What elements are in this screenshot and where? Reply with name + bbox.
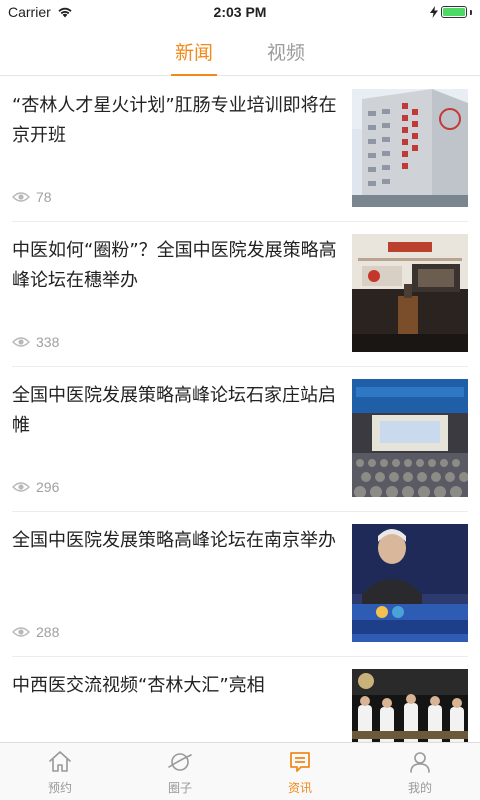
news-thumbnail-hospital-building <box>352 89 468 207</box>
news-thumbnail-conference-hall <box>352 379 468 497</box>
view-count-value: 296 <box>36 479 60 495</box>
wifi-icon <box>58 7 72 18</box>
view-count: 288 <box>12 624 59 640</box>
eye-icon <box>12 627 30 637</box>
charging-icon <box>430 6 438 18</box>
tab-bar-label: 我的 <box>407 781 432 795</box>
battery-indicator <box>430 6 472 18</box>
top-tabs: 新闻 视频 <box>0 30 480 76</box>
tab-bar-circle[interactable]: 圈子 <box>120 743 240 800</box>
news-title: 全国中医院发展策略高峰论坛在南京举办 <box>12 530 336 551</box>
news-item[interactable]: 中西医交流视频“杏林大汇”亮相 <box>12 657 468 742</box>
tab-news[interactable]: 新闻 <box>170 30 218 76</box>
news-title: “杏林人才星火计划”肛肠专业培训即将在京开班 <box>12 95 337 146</box>
view-count: 338 <box>12 334 59 350</box>
view-count: 78 <box>12 189 52 205</box>
tab-bar-news[interactable]: 资讯 <box>240 743 360 800</box>
news-thumbnail-conference-podium <box>352 234 468 352</box>
eye-icon <box>12 192 30 202</box>
view-count: 296 <box>12 479 59 495</box>
tab-video[interactable]: 视频 <box>265 30 307 75</box>
news-icon <box>290 752 310 772</box>
news-thumbnail-speaker-portrait <box>352 524 468 642</box>
home-icon <box>49 751 71 772</box>
view-count-value: 78 <box>36 189 52 205</box>
news-title: 中西医交流视频“杏林大汇”亮相 <box>12 675 265 696</box>
news-title: 全国中医院发展策略高峰论坛石家庄站启帷 <box>12 385 336 436</box>
tab-bar-label: 预约 <box>47 781 72 795</box>
user-icon <box>410 752 430 773</box>
news-item[interactable]: 全国中医院发展策略高峰论坛在南京举办 288 <box>12 512 468 657</box>
tab-bar-label: 圈子 <box>167 781 192 795</box>
tab-bar-label: 资讯 <box>287 781 312 795</box>
view-count-value: 288 <box>36 624 60 640</box>
carrier-label: Carrier <box>8 4 51 20</box>
news-item[interactable]: “杏林人才星火计划”肛肠专业培训即将在京开班 78 <box>12 77 468 222</box>
news-item[interactable]: 中医如何“圈粉”？全国中医院发展策略高峰论坛在穗举办 338 <box>12 222 468 367</box>
battery-icon <box>441 6 467 18</box>
news-item[interactable]: 全国中医院发展策略高峰论坛石家庄站启帷 296 <box>12 367 468 512</box>
eye-icon <box>12 337 30 347</box>
view-count-value: 338 <box>36 334 60 350</box>
tab-bar-profile[interactable]: 我的 <box>360 743 480 800</box>
tab-bar-appointment[interactable]: 预约 <box>0 743 120 800</box>
bottom-tab-bar: 预约 圈子 资讯 我的 <box>0 742 480 800</box>
status-bar: Carrier 2:03 PM <box>0 0 480 24</box>
planet-icon <box>168 753 192 771</box>
eye-icon <box>12 482 30 492</box>
news-thumbnail-video-stage <box>352 669 468 742</box>
news-list: “杏林人才星火计划”肛肠专业培训即将在京开班 78 中医如何“圈粉”？全国中医院… <box>0 77 480 742</box>
status-left: Carrier <box>8 4 73 20</box>
news-title: 中医如何“圈粉”？全国中医院发展策略高峰论坛在穗举办 <box>12 240 337 291</box>
